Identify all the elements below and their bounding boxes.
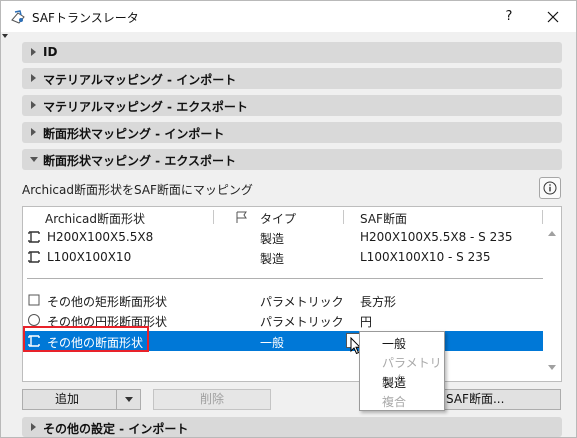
vertical-scrollbar[interactable]: [543, 207, 561, 381]
table-row[interactable]: L100X100X10 製造 L100X100X10 - S 235: [23, 247, 543, 267]
chevron-down-icon[interactable]: [116, 390, 140, 409]
circle-icon: [28, 314, 40, 326]
menu-item-composite[interactable]: 複合: [382, 393, 406, 410]
list-divider: [27, 278, 543, 279]
title-bar: SAFトランスレータ ?: [1, 1, 576, 32]
section-label: その他の設定 - インポート: [43, 422, 189, 436]
help-button[interactable]: ?: [495, 6, 523, 28]
section-label: 断面形状マッピング - インポート: [43, 127, 225, 141]
info-icon: [543, 181, 557, 195]
info-button[interactable]: [539, 177, 561, 199]
section-profile-import[interactable]: 断面形状マッピング - インポート: [22, 122, 562, 143]
menu-item-general[interactable]: 一般: [382, 335, 406, 352]
close-button[interactable]: [539, 6, 567, 28]
section-other-settings-import[interactable]: その他の設定 - インポート: [22, 417, 562, 437]
section-label: マテリアルマッピング - エクスポート: [43, 100, 248, 114]
section-profile-export[interactable]: 断面形状マッピング - エクスポート: [22, 149, 562, 170]
column-header-saf[interactable]: SAF断面: [360, 210, 407, 227]
mapping-description: Archicad断面形状をSAF断面にマッピング: [22, 183, 253, 197]
flag-icon: [236, 211, 247, 223]
profile-name: その他の矩形断面形状: [47, 295, 168, 309]
profile-name: L100X100X10: [47, 250, 132, 264]
chevron-right-icon: [31, 423, 36, 431]
beam-profile-icon: [28, 251, 40, 263]
saf-section: H200X100X5.5X8 - S 235: [360, 230, 513, 244]
column-separator: [343, 210, 344, 224]
close-icon: [547, 11, 559, 23]
highlight-box: [23, 326, 149, 352]
section-material-import[interactable]: マテリアルマッピング - インポート: [22, 68, 562, 89]
saf-translator-window: SAFトランスレータ ? ID マテリアルマッピング - インポート マテリアル…: [0, 0, 577, 438]
delete-button[interactable]: 削除: [153, 389, 271, 410]
profile-type: パラメトリック: [260, 315, 344, 329]
add-button-label: 追加: [55, 392, 80, 406]
chevron-right-icon: [31, 48, 36, 56]
section-id[interactable]: ID: [22, 42, 562, 63]
list-header: Archicad断面形状 タイプ SAF断面: [23, 207, 543, 227]
profile-type: 製造: [260, 232, 285, 246]
app-icon: [11, 10, 25, 24]
profile-mapping-list[interactable]: Archicad断面形状 タイプ SAF断面 H200X100X5.5X8 製造…: [22, 206, 562, 382]
chevron-down-icon: [30, 157, 38, 162]
table-row[interactable]: H200X100X5.5X8 製造 H200X100X5.5X8 - S 235: [23, 227, 543, 247]
chevron-right-icon: [31, 101, 36, 109]
column-header-type[interactable]: タイプ: [260, 210, 296, 227]
table-row-selected[interactable]: その他の断面形状 一般: [23, 326, 543, 355]
add-button[interactable]: 追加: [22, 389, 141, 410]
profile-name: H200X100X5.5X8: [47, 230, 154, 244]
chevron-right-icon: [31, 74, 36, 82]
scroll-up-icon[interactable]: [548, 231, 556, 236]
chevron-right-icon: [31, 128, 36, 136]
rectangle-icon: [28, 294, 40, 306]
beam-profile-icon: [28, 231, 40, 243]
table-row[interactable]: その他の矩形断面形状 パラメトリック 長方形: [23, 290, 543, 310]
section-label: マテリアルマッピング - インポート: [43, 73, 237, 87]
menu-arrow-icon[interactable]: [2, 34, 8, 38]
scroll-down-icon[interactable]: [548, 365, 556, 370]
column-separator: [213, 210, 214, 224]
saf-section-button[interactable]: SAF断面...: [441, 389, 561, 410]
saf-section: L100X100X10 - S 235: [360, 250, 491, 264]
section-label: 断面形状マッピング - エクスポート: [43, 154, 236, 168]
column-header-archicad[interactable]: Archicad断面形状: [45, 210, 145, 227]
section-material-export[interactable]: マテリアルマッピング - エクスポート: [22, 95, 562, 116]
saf-section: 長方形: [360, 295, 397, 309]
profile-type: 製造: [260, 252, 285, 266]
window-title: SAFトランスレータ: [32, 11, 139, 25]
saf-section: 円: [360, 315, 373, 329]
profile-type: 一般: [260, 336, 285, 350]
profile-type: パラメトリック: [260, 295, 344, 309]
type-dropdown-menu: 一般 パラメトリック 製造 複合: [359, 331, 445, 411]
section-label: ID: [43, 45, 58, 59]
menu-item-manufactured[interactable]: 製造: [382, 374, 406, 391]
